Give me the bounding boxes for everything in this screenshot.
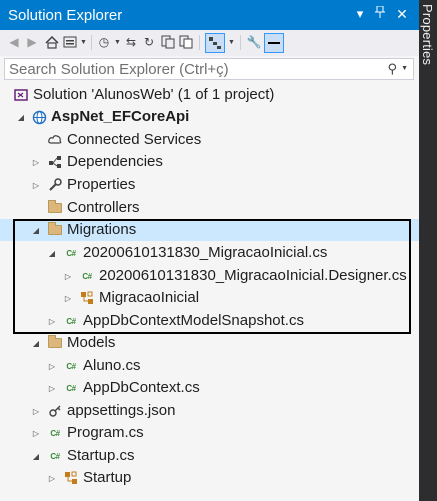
tree-item-solution[interactable]: Solution 'AlunosWeb' (1 of 1 project) [0,84,419,106]
tree-view-toggle-icon[interactable] [205,33,225,53]
tree-item-startup-class[interactable]: ▷ Startup [0,467,419,489]
tree-item-label: appsettings.json [67,402,176,419]
tree-item-label: Controllers [67,199,140,216]
collapsed-arrow-icon[interactable]: ▷ [31,400,41,422]
collapsed-arrow-icon[interactable]: ▷ [31,174,41,196]
tree-item-label: Startup [83,469,132,486]
tree-item-label: AspNet_EFCoreApi [51,108,190,125]
tree-item-label: Dependencies [67,153,163,170]
expanded-arrow-icon[interactable]: ◢ [31,445,41,467]
tree-item-appdbcontext-file[interactable]: ▷ C# AppDbContext.cs [0,377,419,399]
toolbar-separator [91,35,92,50]
tree-item-program-file[interactable]: ▷ C# Program.cs [0,422,419,444]
home-icon[interactable] [44,34,60,50]
filter-dropdown-icon[interactable]: ▼ [114,39,121,46]
toolbar-separator [199,35,200,50]
switch-views-icon[interactable] [62,34,78,50]
migrations-highlight-box [13,219,411,334]
tree-view-dropdown-icon[interactable]: ▼ [228,39,235,46]
sync-with-active-document-icon[interactable]: ⇆ [123,34,139,50]
tree-item-models[interactable]: ◢ Models [0,332,419,354]
collapsed-arrow-icon[interactable]: ▷ [31,422,41,444]
collapsed-arrow-icon[interactable]: ▷ [47,467,57,489]
preview-selected-items-icon[interactable] [264,33,284,53]
panel-title: Solution Explorer [8,7,123,24]
expanded-arrow-icon[interactable]: ◢ [31,332,41,354]
folder-icon [47,200,63,216]
csharp-file-icon: C# [50,428,60,438]
class-icon [63,470,79,486]
pin-icon[interactable] [372,5,388,22]
title-bar[interactable]: Solution Explorer ▾ ✕ [0,0,419,30]
tree-item-startup-file[interactable]: ◢ C# Startup.cs [0,445,419,467]
folder-open-icon [47,335,63,351]
expanded-arrow-icon[interactable]: ◢ [16,106,26,128]
csharp-file-icon: C# [66,361,76,371]
search-input[interactable] [5,59,383,79]
tree-item-aluno-file[interactable]: ▷ C# Aluno.cs [0,355,419,377]
search-box[interactable]: ⚲ ▼ [4,58,414,80]
tree-item-label: Startup.cs [67,447,135,464]
tree-item-dependencies[interactable]: ▷ Dependencies [0,151,419,173]
collapse-all-icon[interactable] [178,34,194,50]
json-file-icon [47,403,63,419]
tree-item-label: AppDbContext.cs [83,379,200,396]
web-project-icon [31,109,47,125]
tree-item-label: Program.cs [67,424,144,441]
search-icon[interactable]: ⚲ [387,61,397,77]
wrench-icon [47,177,63,193]
connected-services-icon [47,132,63,148]
pending-changes-filter-icon[interactable]: ◷ [96,34,112,50]
collapsed-arrow-icon[interactable]: ▷ [31,151,41,173]
toolbar: ◀ ▶ ▼ ◷ ▼ ⇆ ↻ ▼ 🔧 [0,30,419,56]
properties-side-tab[interactable]: Properties [419,0,437,501]
csharp-file-icon: C# [66,383,76,393]
toolbar-separator [240,35,241,50]
search-options-dropdown-icon[interactable]: ▼ [401,65,408,72]
tree-item-connected-services[interactable]: Connected Services [0,129,419,151]
forward-icon[interactable]: ▶ [24,34,40,50]
tree-item-controllers[interactable]: Controllers [0,197,419,219]
solution-icon [13,87,29,103]
tree-item-label: Models [67,334,116,351]
tree-item-appsettings[interactable]: ▷ appsettings.json [0,400,419,422]
window-position-dropdown-icon[interactable]: ▾ [352,6,368,22]
tree-item-properties[interactable]: ▷ Properties [0,174,419,196]
show-all-files-icon[interactable] [160,34,176,50]
solution-explorer-panel: Solution Explorer ▾ ✕ ◀ ▶ ▼ ◷ ▼ ⇆ ↻ ▼ 🔧 … [0,0,419,501]
properties-wrench-icon[interactable]: 🔧 [246,34,262,50]
switch-views-dropdown-icon[interactable]: ▼ [80,39,87,46]
dependencies-icon [47,154,63,170]
close-icon[interactable]: ✕ [394,6,410,22]
tree-item-label: Solution 'AlunosWeb' (1 of 1 project) [33,86,275,103]
back-icon[interactable]: ◀ [6,34,22,50]
properties-side-tab-label: Properties [420,4,435,66]
tree-item-project[interactable]: ◢ AspNet_EFCoreApi [0,106,419,128]
tree-item-label: Connected Services [67,131,202,148]
collapsed-arrow-icon[interactable]: ▷ [47,377,57,399]
tree-item-label: Properties [67,176,136,193]
collapsed-arrow-icon[interactable]: ▷ [47,355,57,377]
refresh-icon[interactable]: ↻ [141,34,157,50]
csharp-file-icon: C# [50,451,60,461]
tree-item-label: Aluno.cs [83,357,141,374]
